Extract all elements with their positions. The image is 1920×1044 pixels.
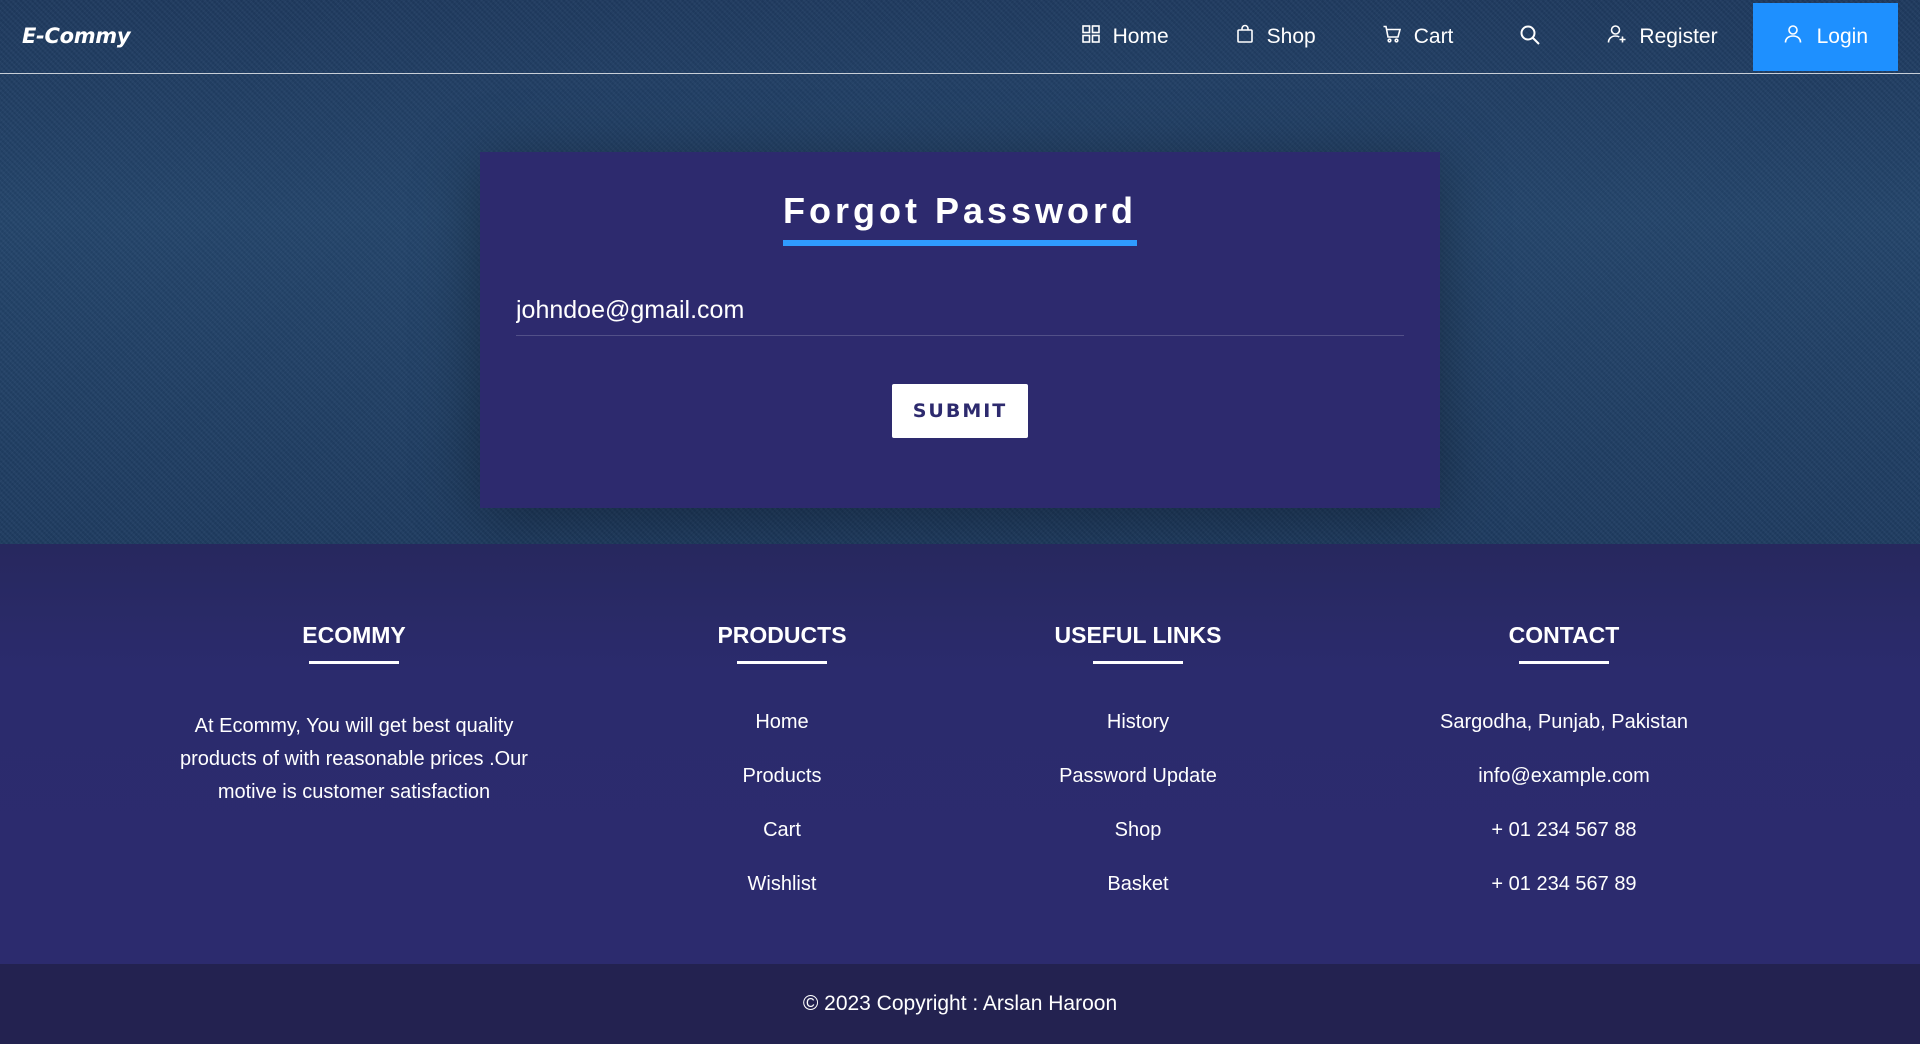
nav-shop-link[interactable]: Shop (1235, 24, 1316, 50)
email-field[interactable] (516, 286, 1404, 336)
heading-underline (1519, 661, 1609, 664)
copyright-text: © 2023 Copyright : Arslan Haroon (802, 992, 1118, 1015)
card-title-wrapper: Forgot Password (0, 190, 1920, 246)
contact-address: Sargodha, Punjab, Pakistan (1440, 711, 1688, 733)
footer-link-cart[interactable]: Cart (632, 818, 932, 842)
cart-icon (1382, 24, 1402, 50)
footer-column-contact: CONTACT Sargodha, Punjab, Pakistan info@… (1364, 622, 1764, 926)
footer-link-products[interactable]: Products (632, 764, 932, 788)
user-plus-icon (1607, 24, 1627, 50)
footer: ECOMMY At Ecommy, You will get best qual… (0, 544, 1920, 964)
copyright-bar: © 2023 Copyright : Arslan Haroon (0, 964, 1920, 1044)
nav-register-link[interactable]: Register (1607, 24, 1718, 50)
nav-home-link[interactable]: Home (1081, 24, 1169, 50)
footer-heading-contact: CONTACT (1508, 622, 1620, 648)
footer-link-home[interactable]: Home (632, 710, 932, 734)
footer-link-basket[interactable]: Basket (988, 872, 1288, 896)
nav-shop-label: Shop (1266, 25, 1316, 48)
heading-underline (1093, 661, 1183, 664)
footer-link-wishlist[interactable]: Wishlist (632, 872, 932, 896)
nav-login-label: Login (1816, 25, 1868, 48)
search-icon (1519, 24, 1541, 51)
footer-link-password-update[interactable]: Password Update (988, 764, 1288, 788)
contact-email: info@example.com (1478, 765, 1650, 787)
footer-contact-list: Sargodha, Punjab, Pakistan info@example.… (1364, 710, 1764, 896)
footer-link-shop[interactable]: Shop (988, 818, 1288, 842)
nav-items: Home Shop Cart Register Login (1081, 3, 1898, 71)
search-button[interactable] (1519, 24, 1541, 51)
footer-about-text: At Ecommy, You will get best quality pro… (180, 715, 528, 803)
footer-useful-links-list: History Password Update Shop Basket (988, 710, 1288, 896)
heading-underline (309, 661, 399, 664)
submit-button[interactable]: SUBMIT (892, 384, 1028, 438)
navbar: E-Commy Home Shop Cart Register Login (0, 0, 1920, 74)
contact-phone-2: + 01 234 567 89 (1491, 873, 1637, 895)
footer-column-ecommy: ECOMMY At Ecommy, You will get best qual… (154, 622, 554, 809)
nav-cart-link[interactable]: Cart (1382, 24, 1454, 50)
brand-logo[interactable]: E-Commy (22, 24, 131, 48)
user-icon (1783, 24, 1803, 50)
footer-heading-ecommy: ECOMMY (302, 622, 406, 648)
nav-cart-label: Cart (1413, 25, 1454, 48)
footer-column-products: PRODUCTS Home Products Cart Wishlist (632, 622, 932, 926)
page-title: Forgot Password (782, 190, 1138, 246)
nav-login-button[interactable]: Login (1752, 3, 1898, 71)
footer-heading-useful-links: USEFUL LINKS (1054, 622, 1222, 648)
footer-heading-products: PRODUCTS (717, 622, 847, 648)
footer-column-useful-links: USEFUL LINKS History Password Update Sho… (988, 622, 1288, 926)
footer-products-list: Home Products Cart Wishlist (632, 710, 932, 896)
contact-phone-1: + 01 234 567 88 (1491, 819, 1637, 841)
shopping-bag-icon (1235, 24, 1255, 50)
grid-icon (1081, 24, 1101, 50)
nav-register-label: Register (1639, 25, 1718, 48)
nav-home-label: Home (1112, 25, 1169, 48)
heading-underline (737, 661, 827, 664)
footer-link-history[interactable]: History (988, 710, 1288, 734)
